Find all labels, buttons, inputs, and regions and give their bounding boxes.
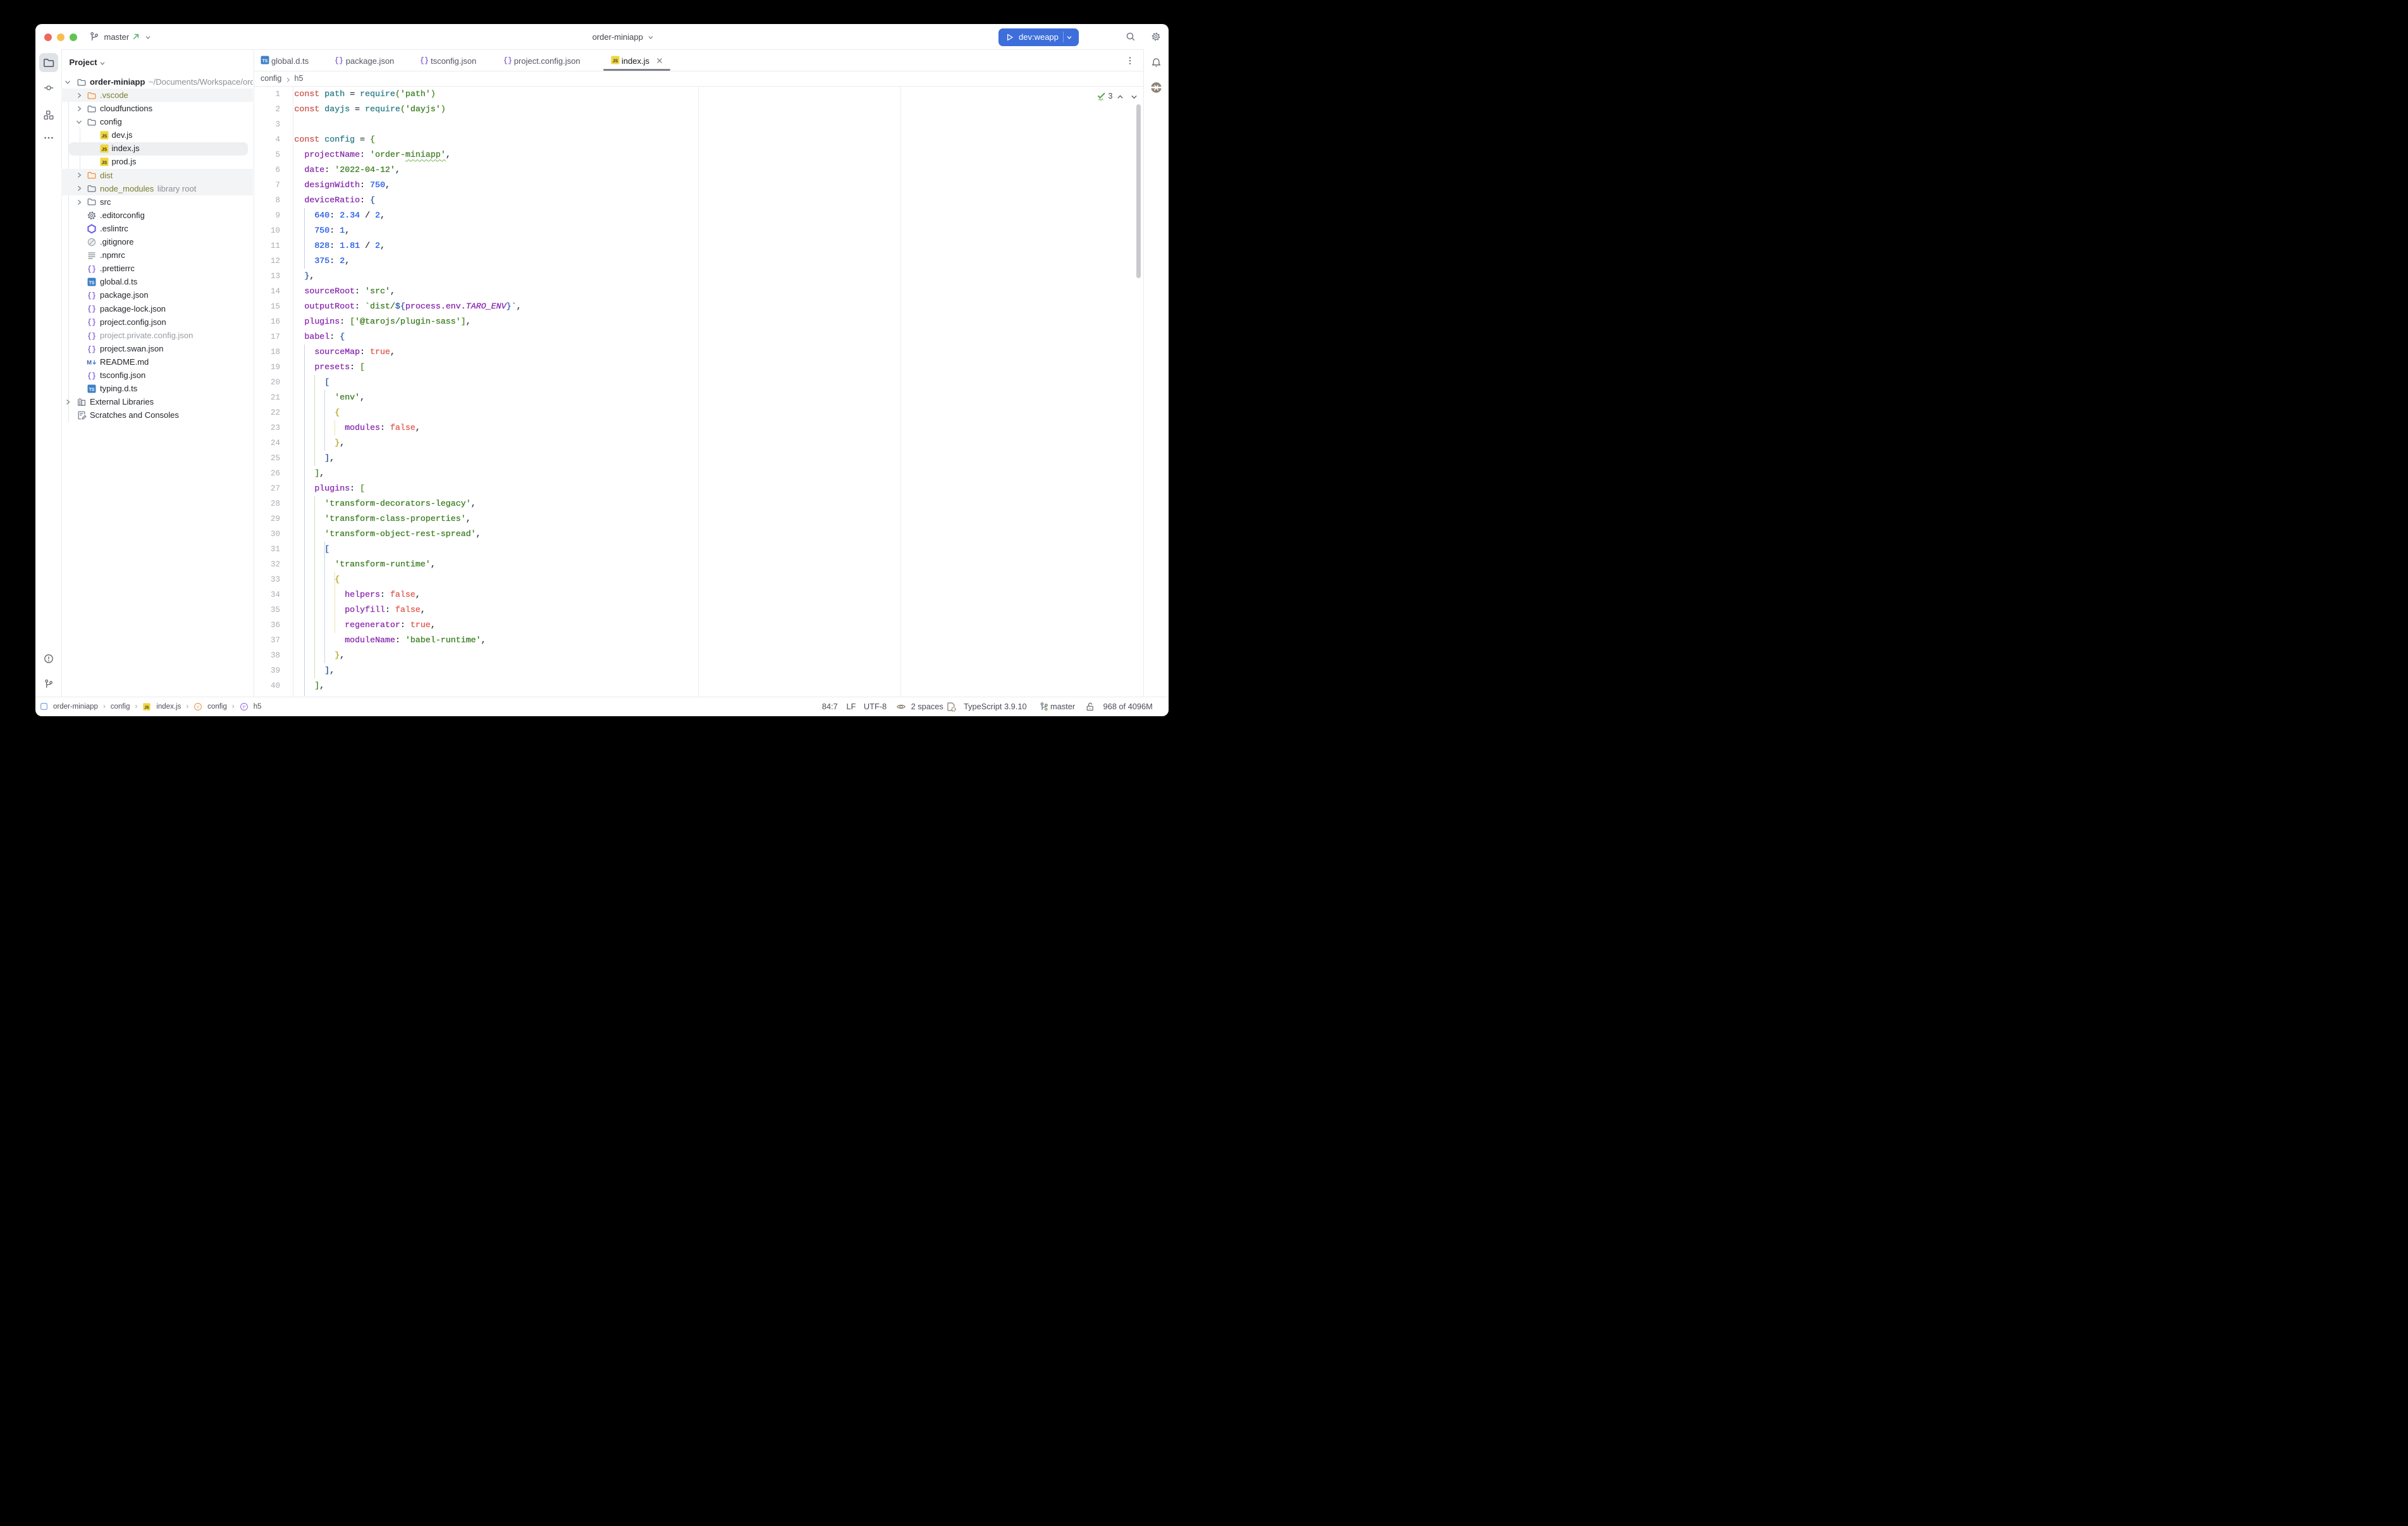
svg-text:{}: {}	[503, 57, 512, 65]
svg-text:JS: JS	[102, 161, 108, 166]
svg-text:{}: {}	[87, 333, 96, 341]
svg-text:P: P	[242, 705, 245, 709]
svg-text:JS: JS	[102, 135, 108, 139]
svg-text:JS: JS	[102, 148, 108, 152]
svg-text:V: V	[197, 705, 200, 709]
svg-text:TS: TS	[262, 59, 268, 63]
svg-text:{}: {}	[87, 292, 96, 300]
svg-text:{}: {}	[87, 266, 96, 274]
svg-text:X: X	[1153, 83, 1158, 92]
svg-text:JS: JS	[613, 59, 618, 64]
svg-text:TS: TS	[89, 281, 95, 285]
svg-text:{}: {}	[87, 346, 96, 354]
svg-text:{}: {}	[87, 372, 96, 381]
svg-text:{}: {}	[335, 57, 343, 65]
svg-text:JS: JS	[145, 706, 149, 710]
svg-text:TS: TS	[89, 388, 95, 392]
svg-text:M: M	[87, 358, 92, 365]
svg-text:{}: {}	[87, 319, 96, 327]
svg-text:{}: {}	[420, 57, 429, 65]
svg-text:{}: {}	[87, 305, 96, 314]
